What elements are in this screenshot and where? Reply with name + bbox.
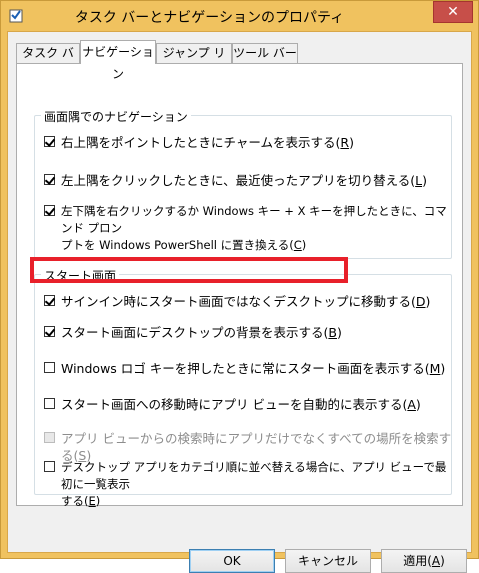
checkbox-apps-view-auto[interactable]: スタート画面への移動時にアプリ ビューを自動的に表示する(A) [44, 396, 421, 413]
checkbox-box[interactable] [44, 398, 55, 409]
checkbox-box[interactable] [44, 205, 55, 216]
tab-taskbar[interactable]: タスク バー [16, 43, 80, 79]
checkbox-powershell[interactable]: 左下隅を右クリックするか Windows キー + X キーを押したときに、コマ… [44, 203, 449, 254]
checkbox-charms[interactable]: 右上隅をポイントしたときにチャームを表示する(R) [44, 134, 354, 151]
checkbox-box[interactable] [44, 174, 55, 185]
label-suffix: ) [415, 397, 421, 412]
access-key: M [429, 361, 441, 376]
checkbox-label: 右上隅をポイントしたときにチャームを表示する( [61, 135, 341, 150]
title-bar[interactable]: タスク バーとナビゲーションのプロパティ ✕ [1, 1, 478, 31]
dialog-window: タスク バーとナビゲーションのプロパティ ✕ タスク バー ナビゲーション ジャ… [0, 0, 479, 573]
label-suffix: ) [422, 173, 427, 188]
checkbox-switch-apps[interactable]: 左上隅をクリックしたときに、最近使ったアプリを切り替える(L) [44, 172, 427, 189]
checkbox-label: スタート画面にデスクトップの背景を表示する( [61, 325, 329, 340]
checkbox-label: スタート画面への移動時にアプリ ビューを自動的に表示する( [61, 397, 408, 412]
label-suffix: ) [336, 325, 342, 340]
checkbox-label-line2: プトを Windows PowerShell に置き換える( [61, 238, 294, 252]
corner-group-title: 画面隅でのナビゲーション [41, 108, 191, 125]
label-suffix: ) [440, 361, 446, 376]
checkbox-label: サインイン時にスタート画面ではなくデスクトップに移動する( [61, 294, 416, 309]
close-button[interactable]: ✕ [433, 1, 473, 23]
tab-navigation[interactable]: ナビゲーション [80, 40, 156, 81]
checkbox-box[interactable] [44, 362, 55, 373]
access-key: A [431, 554, 441, 568]
checkbox-sort-desktop-apps[interactable]: デスクトップ アプリをカテゴリ順に並べ替える場合に、アプリ ビューで最初に一覧表… [44, 459, 449, 510]
window-title: タスク バーとナビゲーションのプロパティ [74, 10, 345, 26]
apply-label: 適用( [403, 554, 432, 568]
cancel-button[interactable]: キャンセル [285, 549, 371, 573]
apply-button[interactable]: 適用(A) [381, 549, 467, 573]
dialog-client: タスク バー ナビゲーション ジャンプ リスト ツール バー 画面隅でのナビゲー… [7, 31, 472, 573]
checkbox-label: Windows ロゴ キーを押したときに常にスタート画面を表示する( [61, 361, 430, 376]
label-suffix: ) [349, 135, 354, 150]
access-key: D [415, 294, 426, 309]
checkbox-box[interactable] [44, 295, 55, 306]
access-key: C [293, 238, 302, 252]
annotation-highlight-box [30, 257, 348, 283]
tab-toolbars[interactable]: ツール バー [232, 43, 298, 63]
checkbox-box[interactable] [44, 136, 55, 147]
checkbox-label-line2: する( [61, 494, 89, 508]
label-suffix: ) [425, 294, 431, 309]
access-key: R [340, 135, 350, 150]
checkbox-go-to-desktop[interactable]: サインイン時にスタート画面ではなくデスクトップに移動する(D) [44, 293, 430, 310]
checkbox-desktop-background[interactable]: スタート画面にデスクトップの背景を表示する(B) [44, 324, 342, 341]
checkbox-label: 左上隅をクリックしたときに、最近使ったアプリを切り替える( [61, 173, 416, 188]
label-suffix: ) [95, 494, 101, 508]
label-suffix: ) [301, 238, 307, 252]
checkbox-box[interactable] [44, 461, 55, 472]
checkbox-box[interactable] [44, 326, 55, 337]
checkbox-box-disabled [44, 432, 55, 443]
checkbox-label-line1: 左下隅を右クリックするか Windows キー + X キーを押したときに、コマ… [61, 204, 447, 235]
checkbox-label-line1: デスクトップ アプリをカテゴリ順に並べ替える場合に、アプリ ビューで最初に一覧表… [61, 460, 447, 491]
access-key: B [328, 325, 337, 340]
ok-button[interactable]: OK [189, 549, 275, 573]
tab-jump-list[interactable]: ジャンプ リスト [156, 43, 232, 79]
navigation-panel: 画面隅でのナビゲーション 右上隅をポイントしたときにチャームを表示する(R) 左… [16, 63, 463, 508]
checkbox-windows-logo-start[interactable]: Windows ロゴ キーを押したときに常にスタート画面を表示する(M) [44, 360, 445, 377]
access-key: E [88, 494, 96, 508]
access-key: A [407, 397, 416, 412]
apply-suffix: ) [440, 554, 445, 568]
